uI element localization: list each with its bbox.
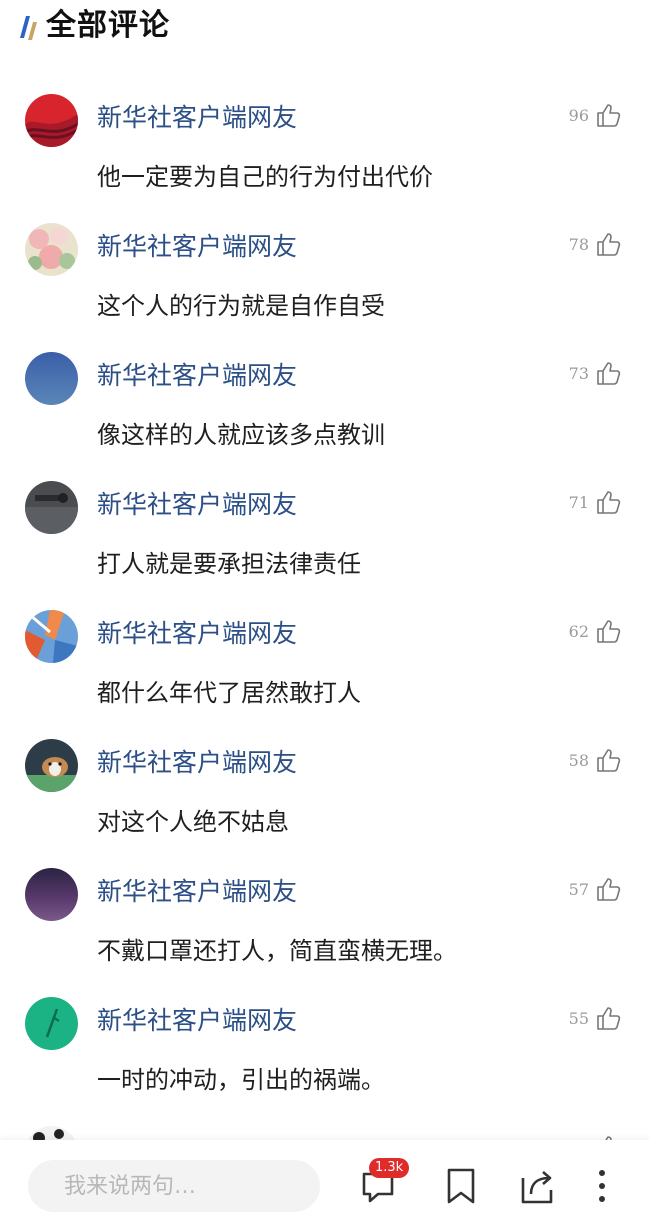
thumbs-up-icon xyxy=(597,362,621,385)
thumbs-up-icon xyxy=(597,878,621,901)
share-button[interactable] xyxy=(515,1164,559,1208)
comment-text: 一时的冲动，引出的祸端。 xyxy=(97,1066,385,1094)
comment-text: 打人就是要承担法律责任 xyxy=(97,550,361,578)
like-count: 96 xyxy=(568,105,589,125)
bottom-bar: 1.3k xyxy=(0,1140,650,1231)
like-count: 78 xyxy=(568,234,589,254)
page-title: 全部评论 xyxy=(46,8,170,43)
username[interactable]: 新华社客户端网友 xyxy=(97,618,297,650)
like-count: 62 xyxy=(568,621,589,641)
comment-text: 对这个人绝不姑息 xyxy=(97,808,289,836)
app-logo-icon xyxy=(20,16,37,40)
username[interactable]: 新华社客户端网友 xyxy=(97,876,297,908)
username[interactable]: 新华社客户端网友 xyxy=(97,231,297,263)
comment-item: 新华社客户端网友 73 像这样的人就应该多点教训 xyxy=(0,348,650,477)
bookmark-icon xyxy=(447,1168,475,1204)
thumbs-up-icon xyxy=(597,1007,621,1030)
comment-item: 新华社客户端网友 62 都什么年代了居然敢打人 xyxy=(0,606,650,735)
comments-page: 全部评论 新华社客户端网友 96 他一定要为自己的行为付出代价 新华社客户端网友… xyxy=(0,0,650,1231)
avatar[interactable] xyxy=(25,610,78,663)
like-button[interactable]: 96 xyxy=(569,100,622,130)
comment-text: 这个人的行为就是自作自受 xyxy=(97,292,385,320)
comment-input[interactable] xyxy=(28,1160,320,1212)
comment-input-box[interactable] xyxy=(28,1160,320,1212)
more-icon xyxy=(599,1170,605,1202)
bookmark-button[interactable] xyxy=(439,1164,483,1208)
thumbs-up-icon xyxy=(597,620,621,643)
username[interactable]: 新华社客户端网友 xyxy=(97,360,297,392)
comment-item: 新华社客户端网友 71 打人就是要承担法律责任 xyxy=(0,477,650,606)
like-count: 71 xyxy=(568,492,589,512)
comment-count-badge: 1.3k xyxy=(369,1158,410,1178)
more-button[interactable] xyxy=(580,1164,624,1208)
comment-item: 新华社客户端网友 58 对这个人绝不姑息 xyxy=(0,735,650,864)
like-button[interactable]: 55 xyxy=(569,1003,622,1033)
avatar[interactable] xyxy=(25,997,78,1050)
avatar[interactable] xyxy=(25,94,78,147)
like-count: 73 xyxy=(568,363,589,383)
header: 全部评论 xyxy=(0,0,650,56)
like-count: 55 xyxy=(568,1008,589,1028)
comment-item: 新华社客户端网友 96 他一定要为自己的行为付出代价 xyxy=(0,90,650,219)
like-button[interactable]: 73 xyxy=(569,358,622,388)
comment-text: 不戴口罩还打人，简直蛮横无理。 xyxy=(97,937,457,965)
comment-item: 新华社客户端网友 57 不戴口罩还打人，简直蛮横无理。 xyxy=(0,864,650,993)
avatar[interactable] xyxy=(25,481,78,534)
comment-text: 像这样的人就应该多点教训 xyxy=(97,421,385,449)
like-button[interactable]: 57 xyxy=(569,874,622,904)
avatar[interactable] xyxy=(25,352,78,405)
like-count: 57 xyxy=(568,879,589,899)
avatar[interactable] xyxy=(25,223,78,276)
username[interactable]: 新华社客户端网友 xyxy=(97,489,297,521)
username[interactable]: 新华社客户端网友 xyxy=(97,102,297,134)
comment-text: 都什么年代了居然敢打人 xyxy=(97,679,361,707)
thumbs-up-icon xyxy=(597,749,621,772)
like-button[interactable]: 71 xyxy=(569,487,622,517)
like-button[interactable]: 62 xyxy=(569,616,622,646)
avatar[interactable] xyxy=(25,739,78,792)
comment-list: 新华社客户端网友 96 他一定要为自己的行为付出代价 新华社客户端网友 78 这… xyxy=(0,90,650,1122)
like-button[interactable]: 58 xyxy=(569,745,622,775)
comment-text: 他一定要为自己的行为付出代价 xyxy=(97,163,433,191)
comment-item: 新华社客户端网友 55 一时的冲动，引出的祸端。 xyxy=(0,993,650,1122)
thumbs-up-icon xyxy=(597,233,621,256)
username[interactable]: 新华社客户端网友 xyxy=(97,1005,297,1037)
thumbs-up-icon xyxy=(597,491,621,514)
share-icon xyxy=(521,1171,553,1204)
like-button[interactable]: 78 xyxy=(569,229,622,259)
like-count: 58 xyxy=(568,750,589,770)
avatar[interactable] xyxy=(25,868,78,921)
comment-item: 新华社客户端网友 78 这个人的行为就是自作自受 xyxy=(0,219,650,348)
username[interactable]: 新华社客户端网友 xyxy=(97,747,297,779)
thumbs-up-icon xyxy=(597,104,621,127)
